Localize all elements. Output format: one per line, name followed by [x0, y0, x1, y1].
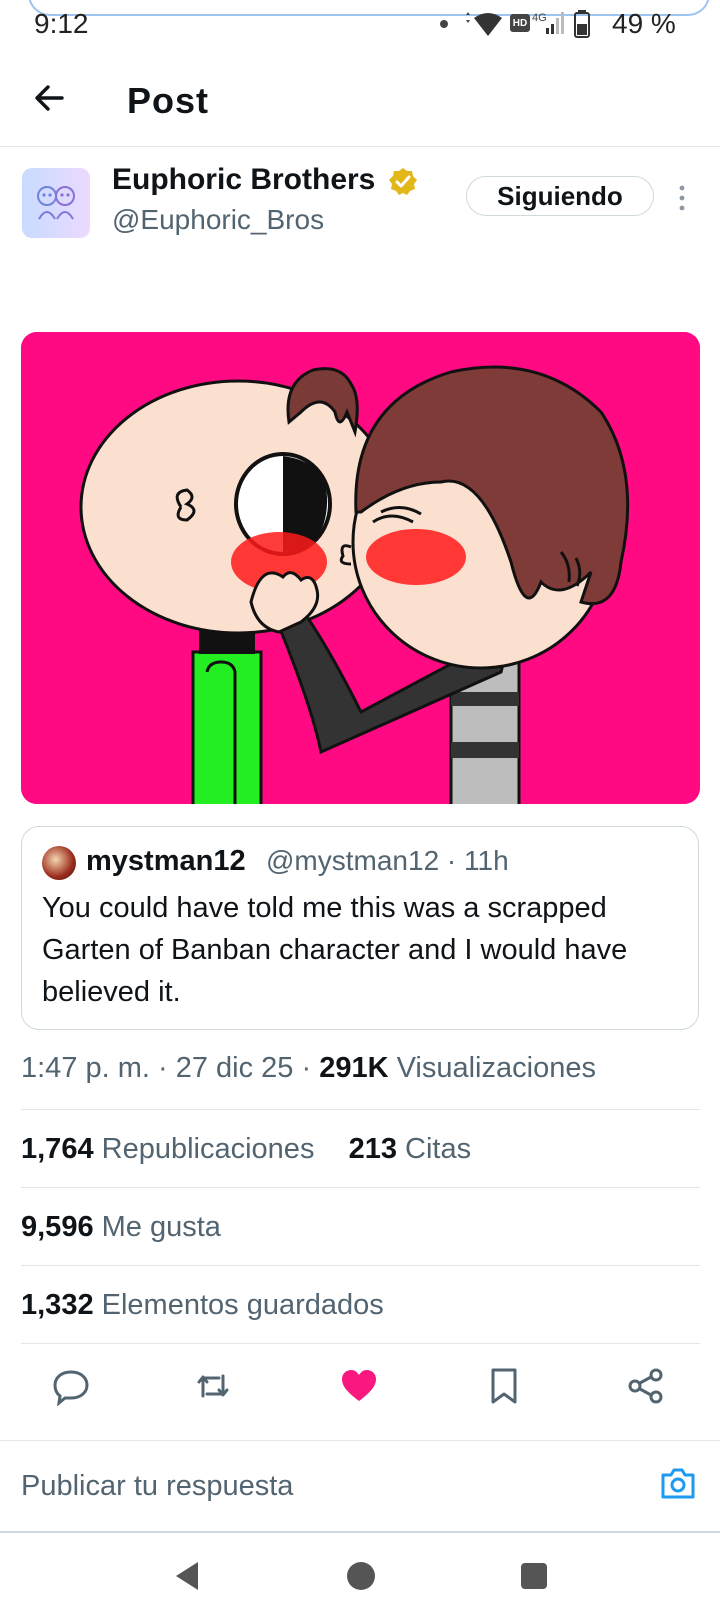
author-name[interactable]: Euphoric Brothers: [112, 163, 375, 197]
quotes-count: 213: [348, 1133, 397, 1165]
hd-icon: HD: [510, 14, 530, 32]
status-bar: 9:12 HD 4G 49 %: [0, 0, 720, 50]
likes-label: Me gusta: [101, 1211, 221, 1243]
reposts-label: Republicaciones: [101, 1133, 315, 1165]
post-timestamp: 1:47 p. m. · 27 dic 25 ·: [21, 1052, 320, 1084]
verified-badge-icon: [389, 168, 417, 195]
reposts-count: 1,764: [21, 1133, 94, 1165]
reply-input-placeholder[interactable]: Publicar tu respuesta: [21, 1470, 293, 1503]
back-arrow-icon[interactable]: [30, 78, 70, 118]
author-avatar[interactable]: [22, 168, 90, 238]
notification-dot-icon: [440, 20, 448, 28]
divider: [21, 1109, 700, 1110]
bookmark-icon[interactable]: [484, 1366, 524, 1406]
nav-back-icon[interactable]: [172, 1560, 202, 1592]
top-bar: [0, 60, 720, 147]
notification-pill: [28, 0, 710, 16]
page-title: Post: [127, 80, 210, 121]
nav-recents-icon[interactable]: [520, 1562, 548, 1590]
divider: [21, 1343, 700, 1344]
battery-icon: [574, 10, 590, 38]
post-image[interactable]: [21, 332, 700, 804]
quoted-post-text: You could have told me this was a scrapp…: [42, 892, 628, 1008]
quoted-author-meta: @mystman12 · 11h: [266, 845, 509, 876]
quoted-author-name: mystman12: [86, 845, 246, 877]
wifi-icon: [466, 12, 502, 36]
views-count: 291K: [319, 1052, 389, 1084]
signal-icon: [546, 12, 564, 34]
quoted-author-avatar: [42, 846, 76, 880]
bookmarks-label: Elementos guardados: [101, 1289, 384, 1321]
quotes-label: Citas: [405, 1133, 472, 1165]
share-icon[interactable]: [626, 1366, 666, 1406]
likes-count: 9,596: [21, 1211, 94, 1243]
divider: [21, 1187, 700, 1188]
more-icon[interactable]: [676, 183, 688, 213]
nav-home-icon[interactable]: [345, 1560, 377, 1592]
reposts-quotes-row[interactable]: 1,764 Republicaciones 213 Citas: [21, 1133, 471, 1166]
bookmarks-row[interactable]: 1,332 Elementos guardados: [21, 1289, 384, 1322]
like-icon[interactable]: [339, 1366, 379, 1406]
author-handle[interactable]: @Euphoric_Bros: [112, 204, 324, 236]
views-label: Visualizaciones: [396, 1052, 596, 1084]
battery-percent: 49 %: [612, 8, 676, 39]
reply-icon[interactable]: [51, 1366, 91, 1406]
avatar-logo-icon: [37, 186, 75, 220]
likes-row[interactable]: 9,596 Me gusta: [21, 1211, 221, 1244]
post-timestamp-views: 1:47 p. m. · 27 dic 25 · 291K Visualizac…: [21, 1052, 596, 1085]
divider: [21, 1265, 700, 1266]
network-type: 4G: [532, 12, 547, 24]
camera-icon[interactable]: [660, 1466, 696, 1500]
bookmarks-count: 1,332: [21, 1289, 94, 1321]
following-button[interactable]: Siguiendo: [466, 176, 654, 216]
status-time: 9:12: [34, 8, 89, 39]
system-nav-bar: [0, 1540, 720, 1612]
illustration: [21, 332, 700, 804]
repost-icon[interactable]: [193, 1366, 233, 1406]
